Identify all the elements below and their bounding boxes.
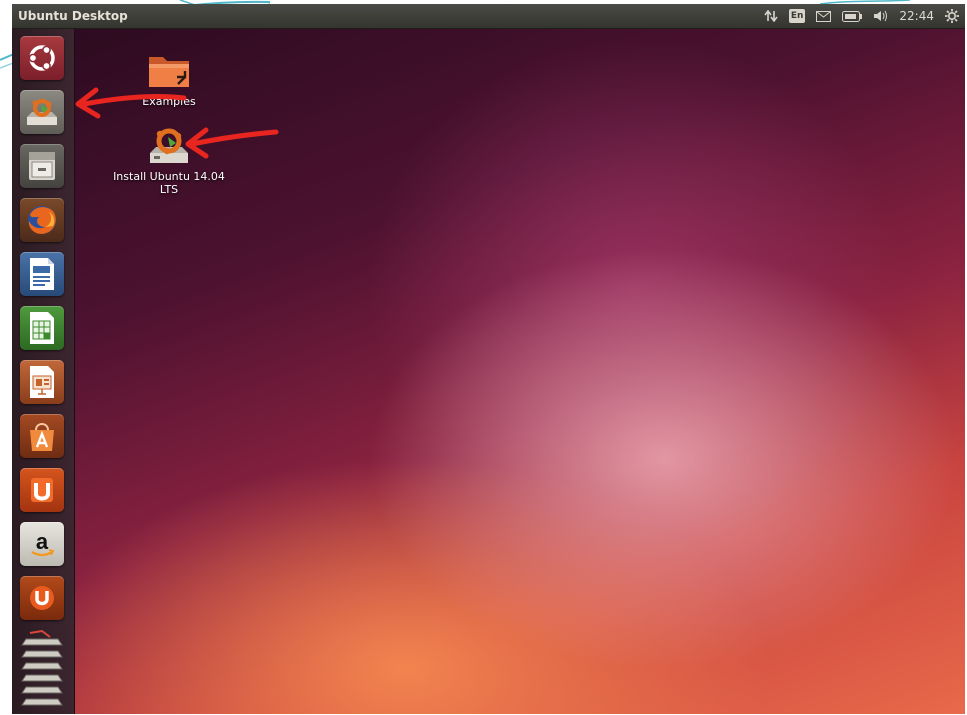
desktop-icon-install-ubuntu[interactable]: Install Ubuntu 14.04 LTS xyxy=(100,125,238,196)
launcher-ubuntu-one-music[interactable] xyxy=(20,576,64,620)
desktop-icon-label: Examples xyxy=(142,95,196,108)
launcher-software-center[interactable] xyxy=(20,414,64,458)
launcher-dash-home[interactable] xyxy=(20,36,64,80)
file-cabinet-icon xyxy=(29,152,55,180)
launcher-files[interactable] xyxy=(20,144,64,188)
svg-text:a: a xyxy=(36,529,49,554)
impress-presentation-icon xyxy=(30,366,54,398)
top-panel: Ubuntu Desktop En 22:44 xyxy=(12,4,965,29)
keyboard-layout-icon[interactable]: En xyxy=(788,9,806,23)
workspace-stack-icon xyxy=(21,629,63,706)
network-arrows-icon[interactable] xyxy=(764,7,778,25)
launcher-amazon[interactable]: a xyxy=(20,522,64,566)
launcher: a xyxy=(12,29,75,714)
amazon-icon: a xyxy=(31,529,55,557)
writer-document-icon xyxy=(30,258,54,290)
mail-icon[interactable] xyxy=(816,7,832,25)
installer-icon xyxy=(150,128,188,163)
desktop-icon-examples[interactable]: Examples xyxy=(114,51,224,108)
launcher-workspace-switcher[interactable] xyxy=(20,629,64,709)
calc-spreadsheet-icon xyxy=(30,312,54,344)
shopping-bag-icon xyxy=(30,423,54,451)
window-title: Ubuntu Desktop xyxy=(18,9,128,23)
desktop-icon-label-line2: LTS xyxy=(159,183,179,196)
launcher-libreoffice-impress[interactable] xyxy=(20,360,64,404)
launcher-install-ubuntu[interactable] xyxy=(20,90,64,134)
installer-icon xyxy=(27,99,57,125)
ubuntu-screen: Ubuntu Desktop En 22:44 Examples Install… xyxy=(12,4,965,714)
launcher-libreoffice-calc[interactable] xyxy=(20,306,64,350)
ubuntu-one-music-icon xyxy=(30,586,54,610)
launcher-libreoffice-writer[interactable] xyxy=(20,252,64,296)
gear-icon[interactable] xyxy=(945,7,959,25)
launcher-firefox[interactable] xyxy=(20,198,64,242)
ubuntu-logo-icon xyxy=(28,45,55,71)
firefox-icon xyxy=(28,206,56,234)
folder-link-icon xyxy=(149,57,189,87)
desktop-wallpaper: Examples Install Ubuntu 14.04 LTS xyxy=(74,29,965,714)
battery-icon[interactable] xyxy=(842,7,863,25)
launcher-ubuntu-one[interactable] xyxy=(20,468,64,512)
ubuntu-one-icon xyxy=(31,478,53,502)
volume-icon[interactable] xyxy=(873,7,888,25)
indicator-tray: En 22:44 xyxy=(764,7,959,25)
clock[interactable]: 22:44 xyxy=(899,9,934,23)
desktop-icon-label: Install Ubuntu 14.04 xyxy=(113,170,225,183)
